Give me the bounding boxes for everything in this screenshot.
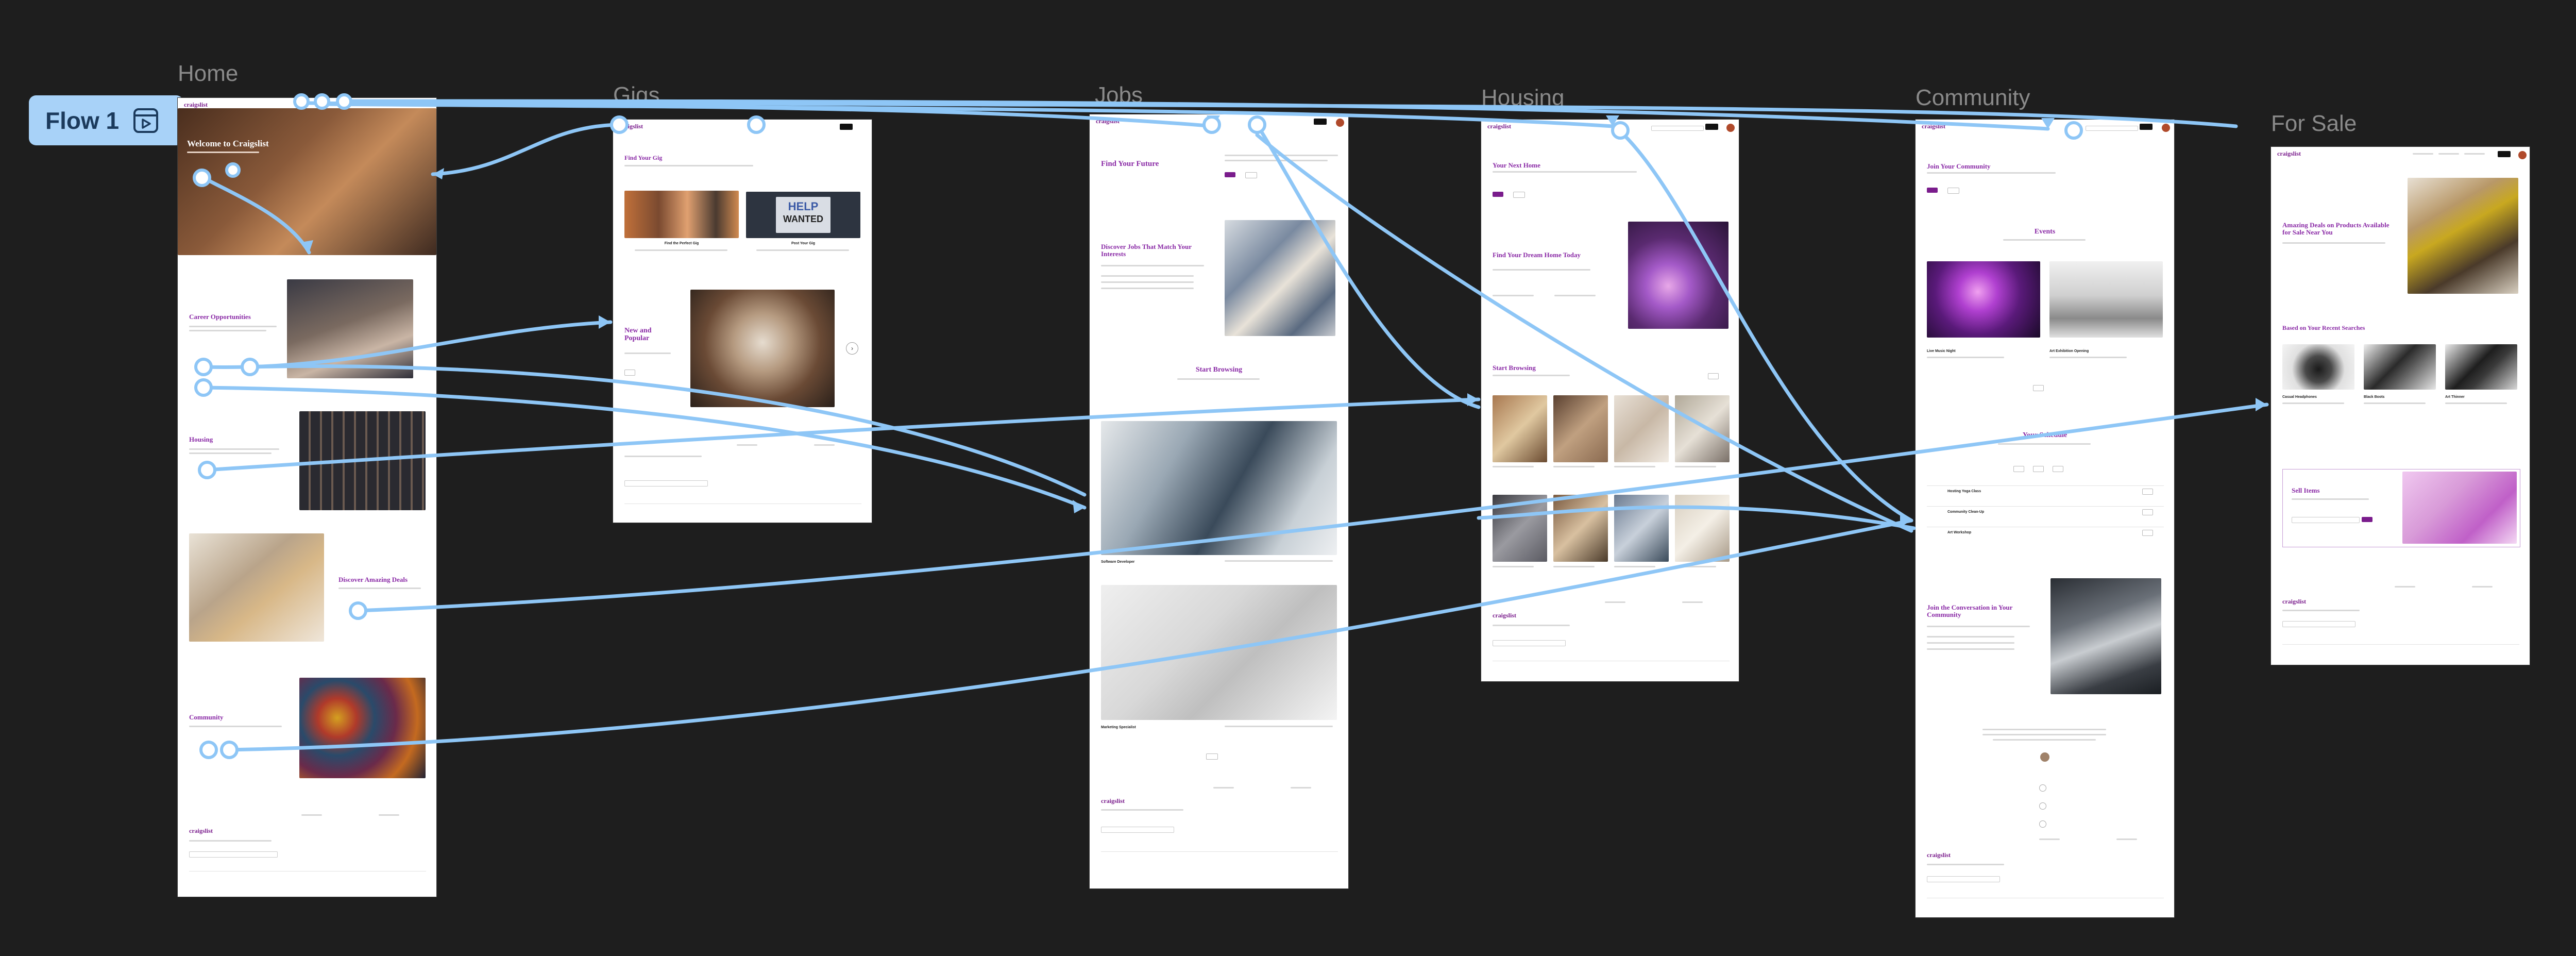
connector-housing-to-housing xyxy=(204,397,1481,472)
connector-career-to-jobs xyxy=(201,385,1087,510)
prototype-connections xyxy=(193,93,2269,759)
hotspot-jobs-nav-1 xyxy=(1202,115,1221,134)
hotspot-gigs-nav-1 xyxy=(610,115,629,134)
hotspot-home-housing xyxy=(198,461,216,479)
hotspot-gigs-nav-2 xyxy=(747,115,766,134)
hotspot-home-nav-3 xyxy=(336,93,352,110)
hotspot-home-community-2 xyxy=(220,741,239,759)
hotspot-home-nav-2 xyxy=(314,93,330,110)
connector-community-back xyxy=(1477,505,1916,530)
connector-housing-to-community xyxy=(1618,129,1913,523)
hotspot-home-hero-2 xyxy=(225,162,241,178)
arrow-jobs-icon xyxy=(1073,500,1084,513)
hotspot-home-community-1 xyxy=(199,741,218,759)
connector-gigs-back-home xyxy=(431,123,620,176)
connector-career-to-jobs-2 xyxy=(248,364,1087,497)
hotspot-home-hero-1 xyxy=(193,169,211,187)
hotspot-home-career-1 xyxy=(194,358,213,376)
connector-jobs-to-housing xyxy=(1255,123,1481,409)
arrow-home-back-icon xyxy=(433,168,444,179)
arrow-gigs-icon xyxy=(599,315,611,329)
connector-deals-to-for-sale xyxy=(356,402,2269,613)
connector-jobs-to-community xyxy=(1255,133,1913,533)
hotspot-home-deals xyxy=(349,601,367,620)
connector-hero-to-home xyxy=(201,176,311,255)
hotspot-community-nav xyxy=(2064,121,2083,140)
hotspot-home-career-2 xyxy=(194,378,213,397)
hotspot-home-nav-1 xyxy=(293,93,310,110)
hotspot-jobs-nav-2 xyxy=(1248,115,1266,134)
hotspot-home-career-3 xyxy=(241,358,259,376)
hotspot-housing-nav xyxy=(1611,121,1630,140)
arrow-for-sale-icon xyxy=(2256,398,2267,411)
connector-home-to-gigs xyxy=(201,320,613,370)
